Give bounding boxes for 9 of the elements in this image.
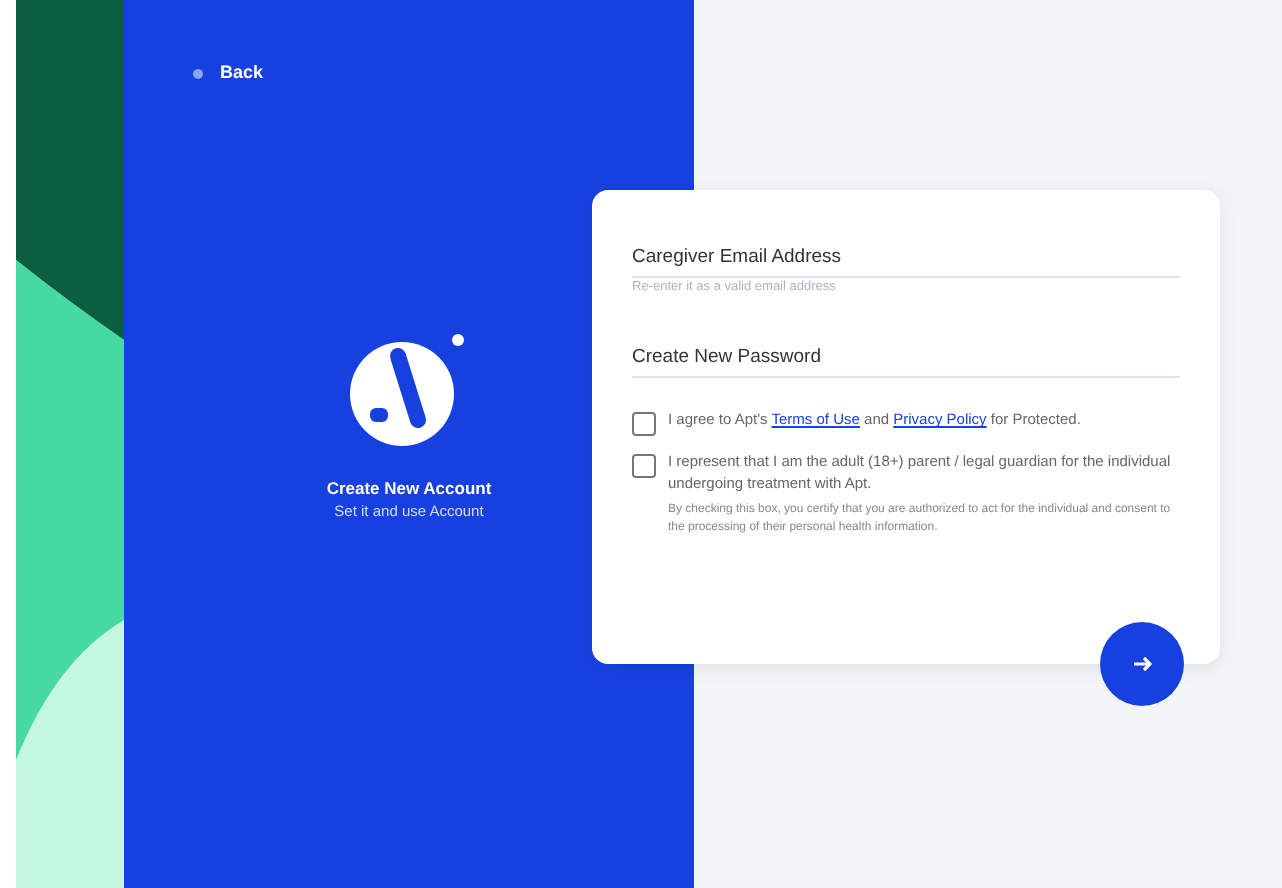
arrow-right-icon: [1132, 654, 1152, 674]
next-button[interactable]: [1100, 622, 1184, 706]
checkbox[interactable]: [632, 412, 656, 437]
input-field[interactable]: Create New Password: [632, 340, 1180, 379]
brand-title: Create New Account: [326, 475, 492, 501]
back-icon: [192, 67, 204, 80]
back-link[interactable]: Back: [192, 60, 264, 87]
checkbox[interactable]: [632, 454, 656, 479]
input-field[interactable]: Caregiver Email Address: [632, 240, 1180, 279]
